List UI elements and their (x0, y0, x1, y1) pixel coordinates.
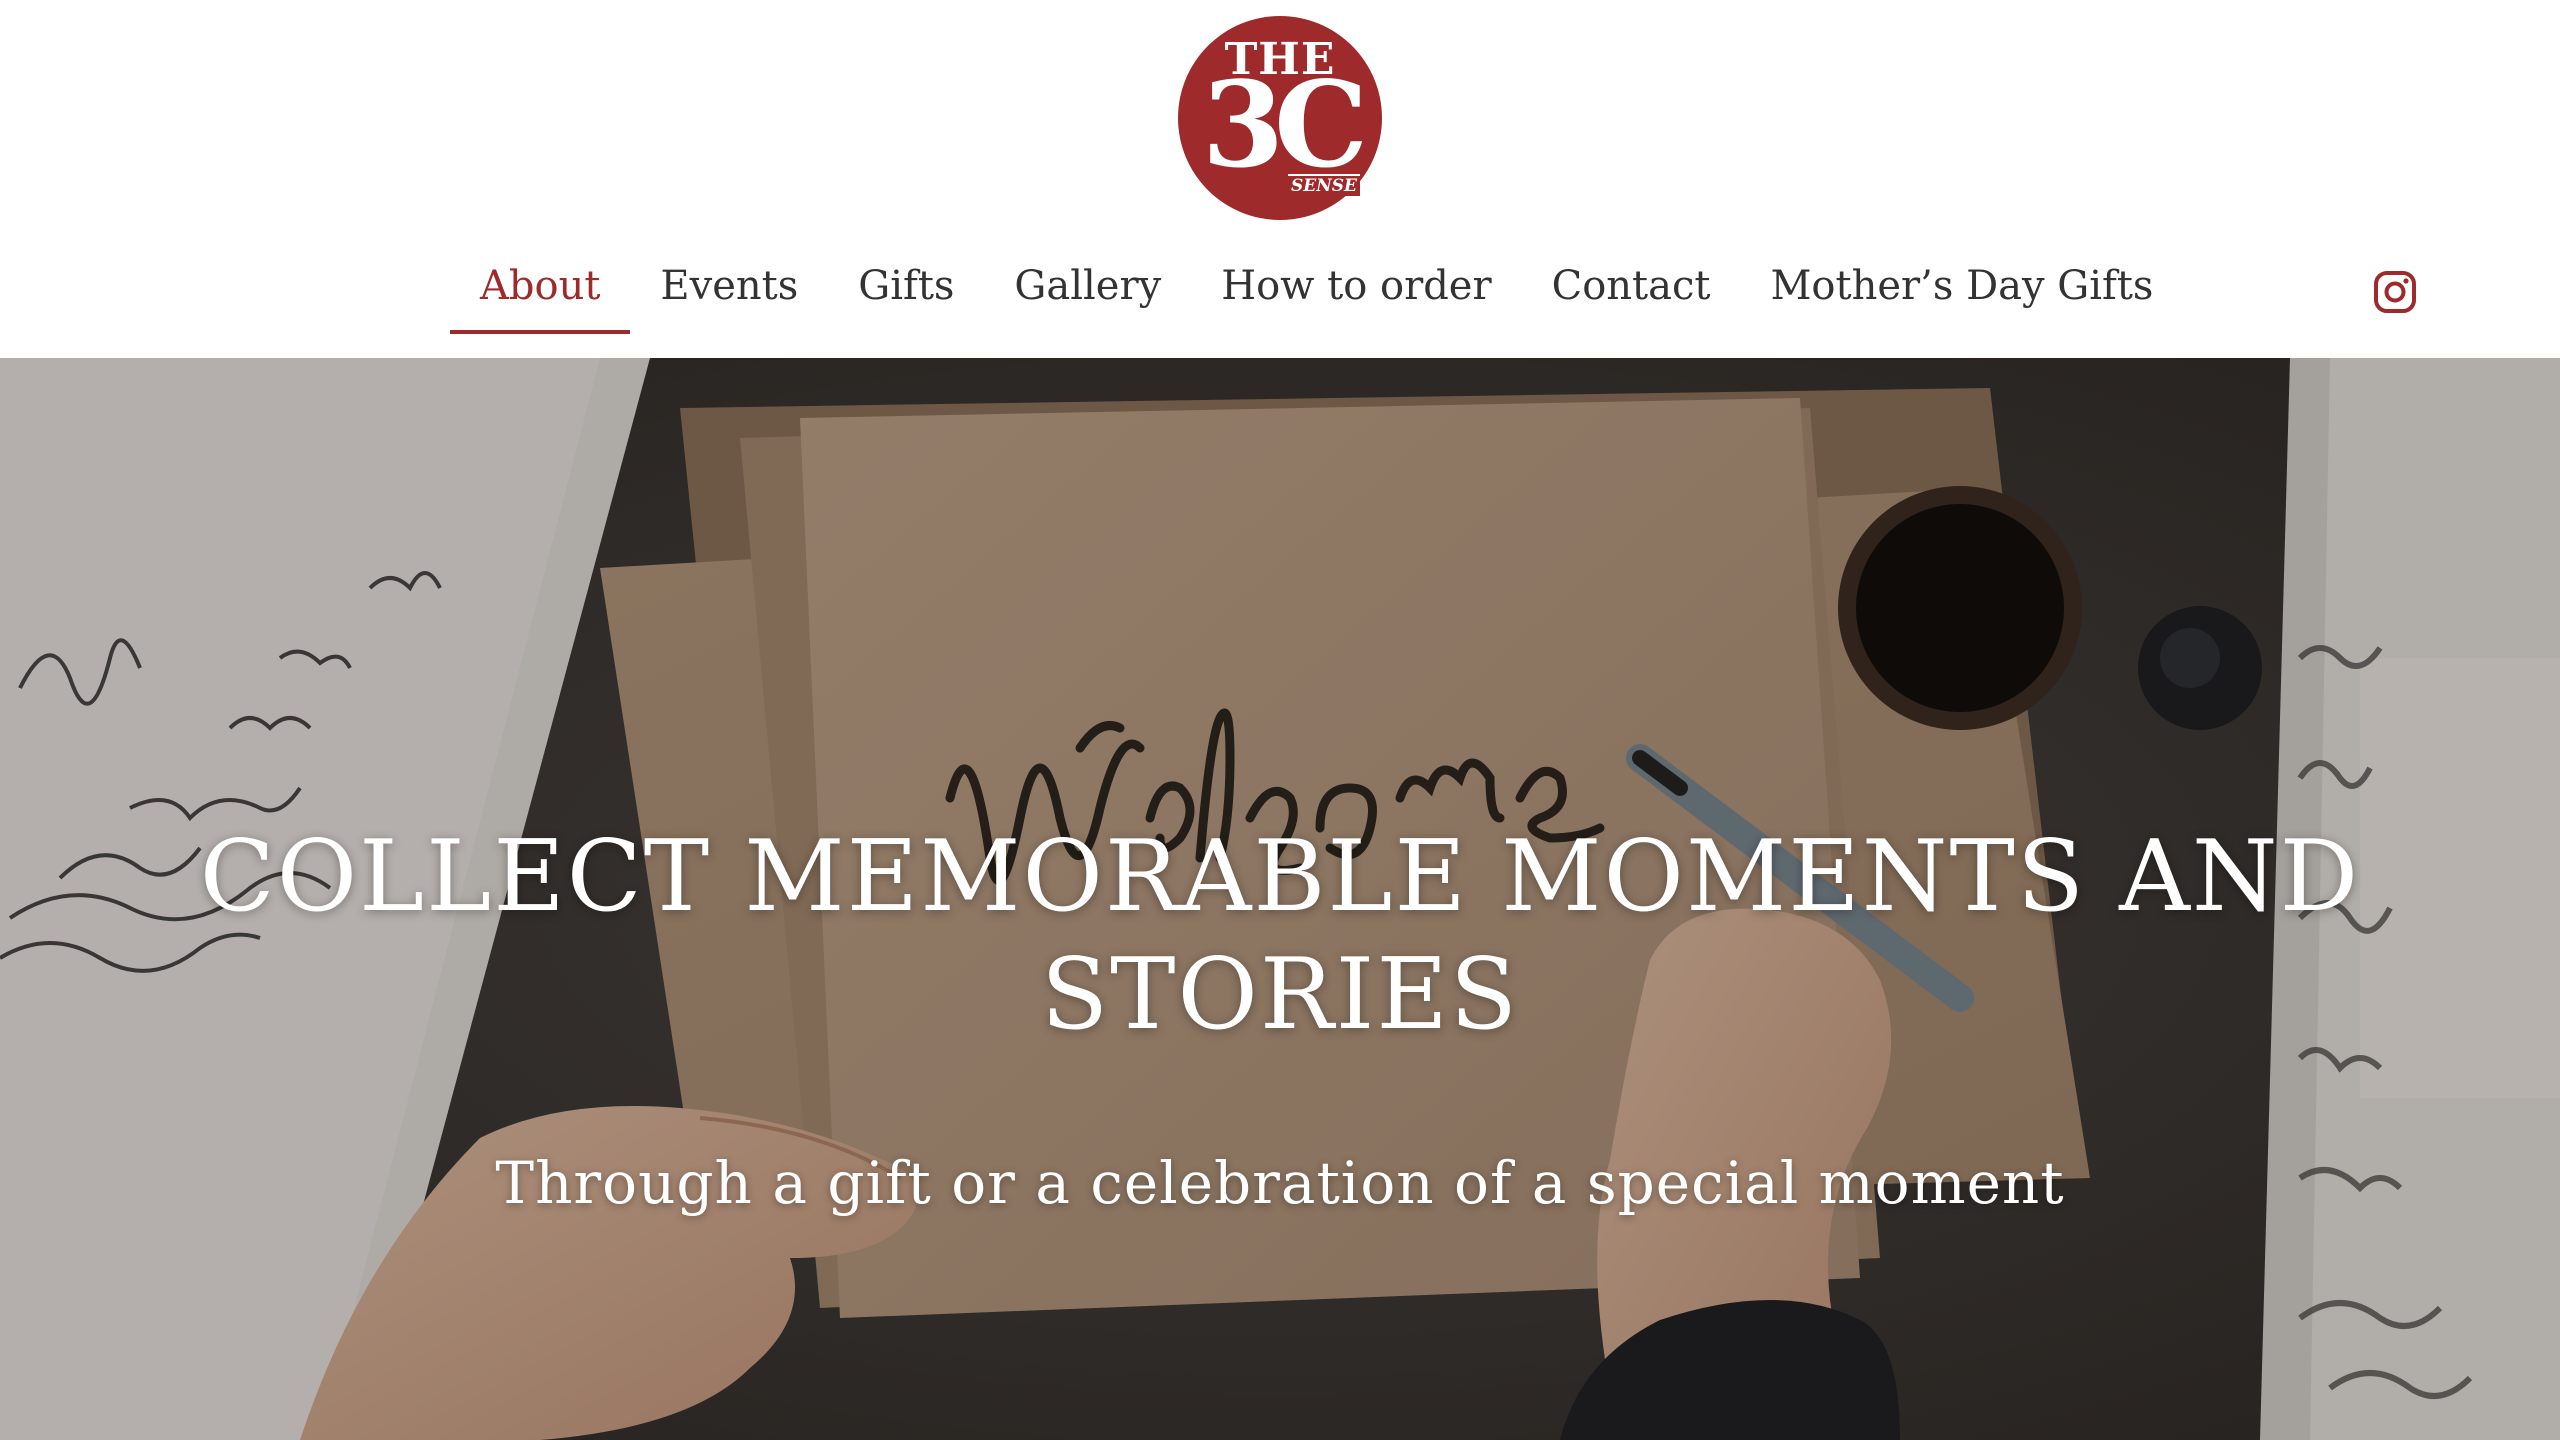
nav-item-mothers-day-gifts[interactable]: Mother’s Day Gifts (1740, 248, 2183, 334)
logo-text-sense: SENSE (1288, 174, 1361, 196)
nav-item-gallery[interactable]: Gallery (984, 248, 1191, 334)
hero-title: COLLECT MEMORABLE MOMENTS AND STORIES (199, 820, 2361, 1052)
main-navigation: About Events Gifts Gallery How to order … (0, 248, 2560, 338)
nav-item-contact[interactable]: Contact (1522, 248, 1741, 334)
nav-item-gifts[interactable]: Gifts (828, 248, 984, 334)
nav-list: About Events Gifts Gallery How to order … (450, 248, 2183, 334)
instagram-icon[interactable] (2373, 270, 2417, 314)
nav-item-events[interactable]: Events (630, 248, 828, 334)
site-header: THE 3C SENSE About Events Gifts Gallery … (0, 0, 2560, 358)
brand-logo[interactable]: THE 3C SENSE (1178, 16, 1382, 220)
nav-item-how-to-order[interactable]: How to order (1191, 248, 1521, 334)
hero-banner: COLLECT MEMORABLE MOMENTS AND STORIES Th… (0, 358, 2560, 1440)
logo-text-mark: 3C (1201, 55, 1368, 194)
hero-subtitle: Through a gift or a celebration of a spe… (495, 1149, 2065, 1217)
nav-item-about[interactable]: About (450, 248, 631, 334)
